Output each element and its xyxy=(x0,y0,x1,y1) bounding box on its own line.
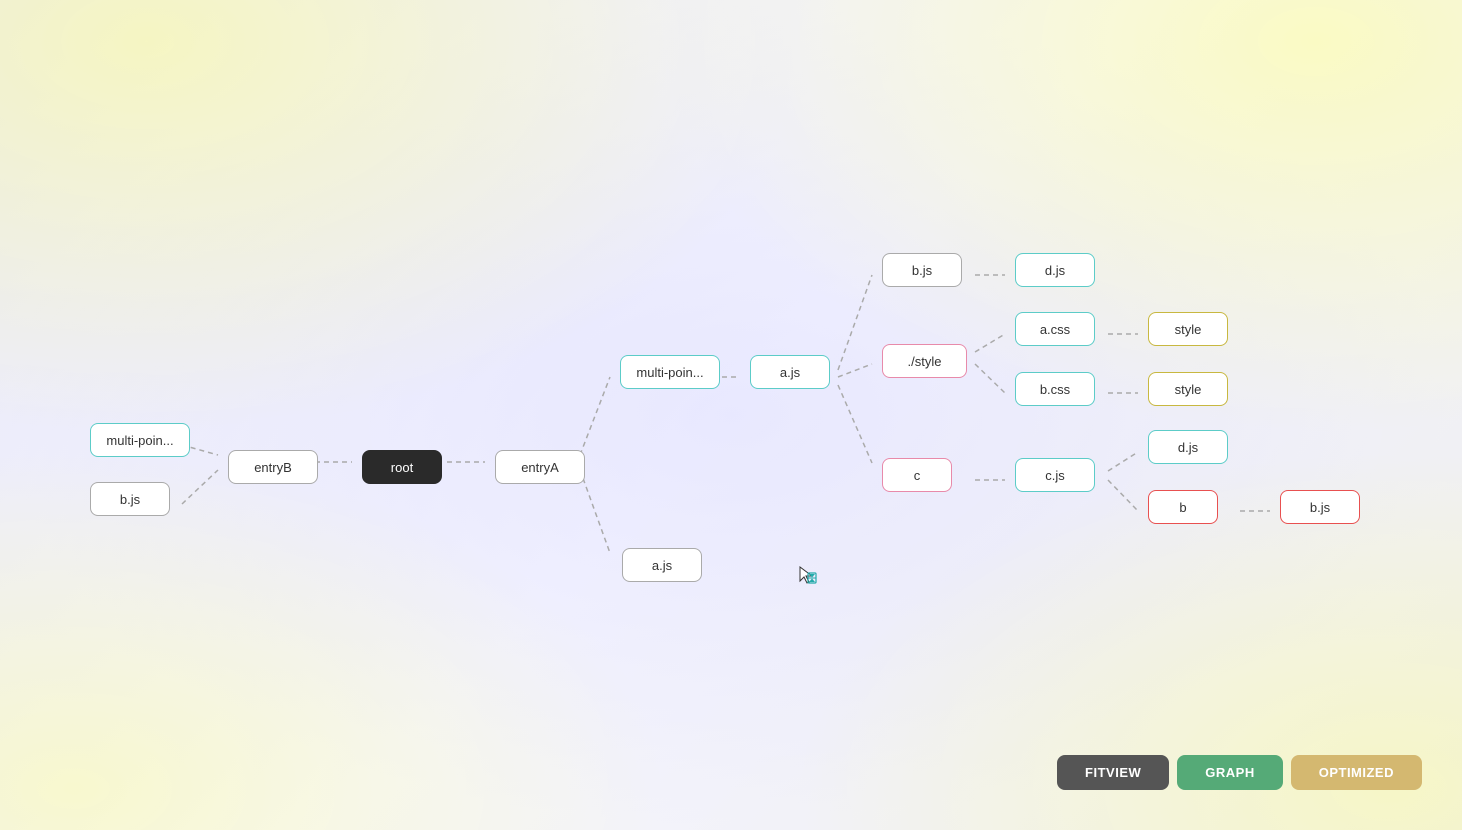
node-ajs-bottom[interactable]: a.js xyxy=(622,548,702,582)
node-ajs-top[interactable]: a.js xyxy=(750,355,830,389)
node-style-top[interactable]: ./style xyxy=(882,344,967,378)
node-acss[interactable]: a.css xyxy=(1015,312,1095,346)
node-bjs-top[interactable]: b.js xyxy=(882,253,962,287)
node-c[interactable]: c xyxy=(882,458,952,492)
node-multi-poin-left[interactable]: multi-poin... xyxy=(90,423,190,457)
node-entryA[interactable]: entryA xyxy=(495,450,585,484)
fitview-button[interactable]: FITVIEW xyxy=(1057,755,1169,790)
node-bjs-left[interactable]: b.js xyxy=(90,482,170,516)
node-bcss[interactable]: b.css xyxy=(1015,372,1095,406)
node-style-right1[interactable]: style xyxy=(1148,312,1228,346)
node-cjs[interactable]: c.js xyxy=(1015,458,1095,492)
node-multi-poin-mid[interactable]: multi-poin... xyxy=(620,355,720,389)
buttons-container: FITVIEW GRAPH OPTIMIZED xyxy=(1057,755,1422,790)
nodes-layer: multi-poin... b.js entryB root entryA mu… xyxy=(0,0,1462,830)
graph-button[interactable]: GRAPH xyxy=(1177,755,1282,790)
node-djs-right2[interactable]: d.js xyxy=(1148,430,1228,464)
node-bjs-right[interactable]: b.js xyxy=(1280,490,1360,524)
node-entryB[interactable]: entryB xyxy=(228,450,318,484)
optimized-button[interactable]: OPTIMIZED xyxy=(1291,755,1422,790)
node-root[interactable]: root xyxy=(362,450,442,484)
node-style-right2[interactable]: style xyxy=(1148,372,1228,406)
node-b[interactable]: b xyxy=(1148,490,1218,524)
node-djs-right1[interactable]: d.js xyxy=(1015,253,1095,287)
